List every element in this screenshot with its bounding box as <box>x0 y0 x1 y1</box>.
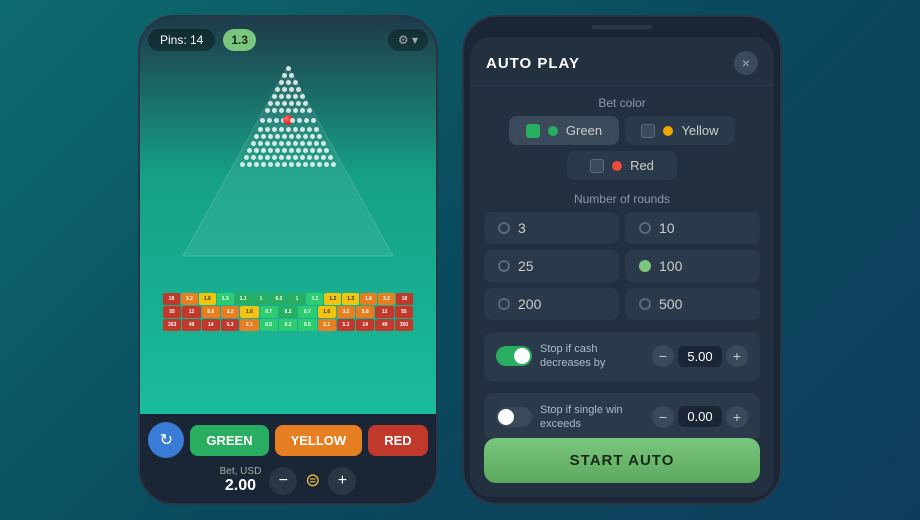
round-option-25[interactable]: 25 <box>484 250 619 282</box>
top-bar: Pins: 14 1.3 ⚙ ▾ <box>148 29 428 51</box>
close-button[interactable]: × <box>734 51 758 75</box>
round-option-10[interactable]: 10 <box>625 212 760 244</box>
yellow-check <box>641 124 655 138</box>
round-radio-200 <box>498 298 510 310</box>
yellow-dot <box>663 126 673 136</box>
stop-win-row: Stop if single win exceeds − 0.00 + <box>484 393 760 438</box>
stop-cash-value: 5.00 <box>678 346 722 367</box>
green-label: Green <box>566 123 602 138</box>
toggle-knob-win <box>498 409 514 425</box>
stop-win-controls: − 0.00 + <box>652 406 748 428</box>
stop-win-label: Stop if single win exceeds <box>540 403 644 432</box>
yellow-label: Yellow <box>681 123 718 138</box>
left-phone: Pins: 14 1.3 ⚙ ▾ <box>138 15 438 505</box>
rounds-section: Number of rounds 3 10 25 <box>484 192 760 320</box>
green-dot <box>548 126 558 136</box>
bet-minus-button[interactable]: − <box>269 467 297 495</box>
bet-value: 2.00 <box>225 477 256 495</box>
settings-button[interactable]: ⚙ ▾ <box>388 29 428 51</box>
bet-plus-button[interactable]: + <box>328 467 356 495</box>
round-radio-100 <box>639 260 651 272</box>
pins-label: Pins: 14 <box>160 33 203 47</box>
refresh-button[interactable]: ↻ <box>148 422 184 458</box>
stop-win-minus[interactable]: − <box>652 406 674 428</box>
start-auto-button[interactable]: START AUTO <box>484 438 760 483</box>
round-option-200[interactable]: 200 <box>484 288 619 320</box>
right-phone: AUTO PLAY × Bet color Green <box>462 15 782 505</box>
rounds-label: Number of rounds <box>484 192 760 206</box>
stop-cash-plus[interactable]: + <box>726 345 748 367</box>
round-value-500: 500 <box>659 296 682 312</box>
round-value-100: 100 <box>659 258 682 274</box>
bet-display: Bet, USD 2.00 <box>220 466 262 495</box>
round-option-3[interactable]: 3 <box>484 212 619 244</box>
bet-color-label: Bet color <box>484 96 760 110</box>
auto-play-modal: AUTO PLAY × Bet color Green <box>470 37 774 497</box>
red-label: Red <box>630 158 654 173</box>
rounds-grid: 3 10 25 100 <box>484 212 760 320</box>
red-button[interactable]: RED <box>368 425 427 456</box>
stop-cash-toggle[interactable] <box>496 346 532 366</box>
red-dot <box>612 161 622 171</box>
modal-title: AUTO PLAY <box>486 55 580 72</box>
round-radio-500 <box>639 298 651 310</box>
notch-bar <box>592 25 652 29</box>
round-value-25: 25 <box>518 258 534 274</box>
phone-notch <box>464 17 780 37</box>
yellow-button[interactable]: YELLOW <box>275 425 363 456</box>
bet-color-section: Bet color Green Yellow <box>484 96 760 180</box>
pins-badge: Pins: 14 <box>148 29 215 51</box>
color-option-yellow[interactable]: Yellow <box>625 116 735 145</box>
plinko-board <box>163 61 413 291</box>
modal-body: Bet color Green Yellow <box>470 86 774 438</box>
stop-cash-row: Stop if cash decreases by − 5.00 + <box>484 332 760 381</box>
round-value-10: 10 <box>659 220 675 236</box>
green-check <box>526 124 540 138</box>
color-buttons: ↻ GREEN YELLOW RED <box>148 422 428 458</box>
round-radio-10 <box>639 222 651 234</box>
color-option-red[interactable]: Red <box>567 151 677 180</box>
stop-cash-controls: − 5.00 + <box>652 345 748 367</box>
round-value-200: 200 <box>518 296 541 312</box>
toggle-knob-cash <box>514 348 530 364</box>
round-value-3: 3 <box>518 220 526 236</box>
game-area: Pins: 14 1.3 ⚙ ▾ <box>140 17 436 414</box>
round-option-500[interactable]: 500 <box>625 288 760 320</box>
stop-cash-minus[interactable]: − <box>652 345 674 367</box>
red-check <box>590 159 604 173</box>
coin-icon: ⊜ <box>305 470 320 491</box>
color-options: Green Yellow Red <box>484 116 760 180</box>
phone-bottom: ↻ GREEN YELLOW RED Bet, USD 2.00 − ⊜ + <box>140 414 436 503</box>
green-button[interactable]: GREEN <box>190 425 268 456</box>
stop-win-plus[interactable]: + <box>726 406 748 428</box>
multiplier-badge: 1.3 <box>223 29 256 51</box>
color-option-green[interactable]: Green <box>509 116 619 145</box>
stop-win-toggle[interactable] <box>496 407 532 427</box>
modal-header: AUTO PLAY × <box>470 37 774 86</box>
dots-grid <box>178 66 398 256</box>
bet-row: Bet, USD 2.00 − ⊜ + <box>148 466 428 495</box>
bet-label: Bet, USD <box>220 466 262 477</box>
stop-win-value: 0.00 <box>678 406 722 427</box>
multiplier-value: 1.3 <box>231 33 248 47</box>
round-option-100[interactable]: 100 <box>625 250 760 282</box>
stop-cash-label: Stop if cash decreases by <box>540 342 644 371</box>
round-radio-3 <box>498 222 510 234</box>
round-radio-25 <box>498 260 510 272</box>
score-rows: 18 3.2 1.6 1.3 1.1 1 0.5 1 1.1 1.2 1.3 1… <box>163 293 413 332</box>
